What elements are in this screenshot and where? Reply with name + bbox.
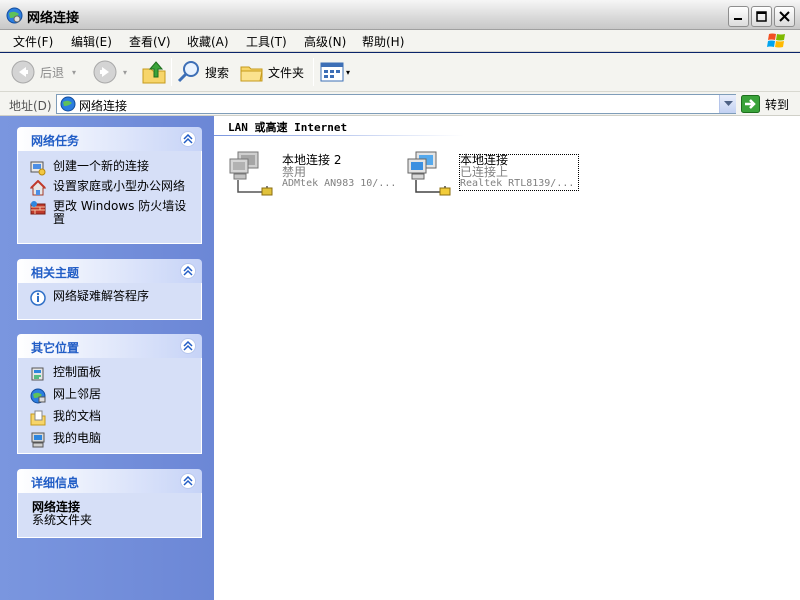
panel-title: 详细信息 [31, 476, 80, 490]
my-documents-icon [30, 410, 46, 426]
my-computer-icon [31, 432, 45, 448]
network-tasks-panel: 网络任务 创建一个新的连接 设置家庭或小型办公网络 更改 Windows 防火墙… [17, 127, 202, 244]
task-create-connection[interactable]: 创建一个新的连接 [18, 159, 201, 179]
close-icon [779, 11, 790, 22]
info-icon [30, 290, 46, 306]
topic-network-troubleshooter[interactable]: 网络疑难解答程序 [18, 289, 201, 309]
task-setup-home-network[interactable]: 设置家庭或小型办公网络 [18, 179, 201, 199]
go-arrow-icon [741, 95, 760, 113]
close-button[interactable] [774, 6, 795, 27]
menu-edit[interactable]: 编辑(E) [71, 33, 112, 50]
task-pane: 网络任务 创建一个新的连接 设置家庭或小型办公网络 更改 Windows 防火墙… [0, 116, 214, 600]
lan-connection-disabled-icon [229, 151, 273, 196]
panel-header[interactable]: 相关主题 [17, 259, 202, 283]
new-connection-icon [30, 161, 46, 176]
window: 网络连接 文件(F) 编辑(E) 查看(V) 收藏(A) 工具(T) 高级(N)… [0, 0, 800, 600]
panel-header[interactable]: 其它位置 [17, 334, 202, 358]
panel-title: 相关主题 [31, 266, 80, 280]
address-dropdown-button[interactable] [719, 95, 736, 113]
task-firewall-settings[interactable]: 更改 Windows 防火墙设置 [18, 199, 201, 229]
collapse-button[interactable] [180, 338, 196, 354]
menu-bar: 文件(F) 编辑(E) 查看(V) 收藏(A) 工具(T) 高级(N) 帮助(H… [0, 30, 800, 52]
go-button[interactable]: 转到 [741, 95, 789, 113]
place-my-computer[interactable]: 我的电脑 [18, 431, 201, 451]
chevron-up-double-icon [183, 134, 193, 144]
chevron-up-double-icon [183, 341, 193, 351]
collapse-button[interactable] [180, 263, 196, 279]
focus-rectangle [459, 154, 579, 191]
menu-file[interactable]: 文件(F) [13, 33, 53, 50]
forward-dropdown-icon[interactable]: ▾ [123, 68, 127, 77]
views-button[interactable]: ▾ [320, 61, 350, 83]
panel-header[interactable]: 详细信息 [17, 469, 202, 493]
maximize-icon [756, 11, 767, 22]
back-dropdown-icon[interactable]: ▾ [72, 68, 76, 77]
other-places-panel: 其它位置 控制面板 网上邻居 我的文档 我的电脑 [17, 334, 202, 454]
collapse-button[interactable] [180, 473, 196, 489]
menu-advanced[interactable]: 高级(N) [304, 33, 346, 50]
chevron-up-double-icon [183, 266, 193, 276]
address-label: 地址(D) [9, 99, 52, 113]
views-dropdown-icon[interactable]: ▾ [346, 68, 350, 77]
menu-help[interactable]: 帮助(H) [362, 33, 404, 50]
address-input[interactable]: 网络连接 [56, 94, 736, 114]
network-connections-icon [60, 96, 76, 112]
toolbar-separator [313, 58, 314, 86]
folder-icon [240, 66, 263, 82]
lan-connection-icon [407, 151, 451, 196]
panel-title: 网络任务 [31, 134, 80, 148]
back-arrow-icon [11, 60, 35, 84]
place-my-documents[interactable]: 我的文档 [18, 409, 201, 431]
place-network-neighborhood[interactable]: 网上邻居 [18, 387, 201, 409]
chevron-up-double-icon [183, 476, 193, 486]
forward-arrow-icon [93, 60, 117, 84]
collapse-button[interactable] [180, 131, 196, 147]
firewall-icon [30, 201, 46, 215]
maximize-button[interactable] [751, 6, 772, 27]
home-network-icon [30, 180, 46, 196]
toolbar-separator [171, 58, 172, 86]
control-panel-icon [31, 367, 44, 381]
panel-title: 其它位置 [31, 341, 80, 355]
menu-view[interactable]: 查看(V) [129, 33, 171, 50]
folders-button[interactable]: 文件夹 [240, 60, 304, 84]
content-area: LAN 或高速 Internet 本地连接 2 禁用 ADMtek AN983 … [214, 116, 800, 600]
windows-logo-icon [767, 33, 785, 48]
related-topics-panel: 相关主题 网络疑难解答程序 [17, 259, 202, 320]
up-folder-button[interactable] [141, 59, 167, 85]
group-title: LAN 或高速 Internet [228, 121, 348, 134]
menu-favorites[interactable]: 收藏(A) [187, 33, 229, 50]
chevron-down-icon [723, 101, 733, 106]
minimize-icon [734, 18, 742, 20]
search-label: 搜索 [205, 65, 230, 80]
network-connections-icon [6, 7, 23, 24]
group-divider [214, 135, 464, 136]
go-label: 转到 [765, 97, 790, 112]
back-button[interactable]: 后退 ▾ [11, 60, 76, 84]
search-button[interactable]: 搜索 [177, 60, 229, 84]
toolbar: 后退 ▾ ▾ 搜索 文件夹 ▾ [0, 53, 800, 92]
details-panel: 详细信息 网络连接 系统文件夹 [17, 469, 202, 538]
folders-label: 文件夹 [268, 65, 305, 80]
views-icon [320, 62, 344, 82]
connection-item-disabled[interactable]: 本地连接 2 禁用 ADMtek AN983 10/... [228, 150, 408, 196]
forward-button[interactable]: ▾ [93, 60, 127, 84]
network-places-icon [30, 388, 46, 404]
address-value: 网络连接 [79, 99, 128, 113]
up-folder-icon [142, 61, 166, 84]
window-title: 网络连接 [27, 11, 80, 26]
search-icon [177, 61, 199, 83]
place-control-panel[interactable]: 控制面板 [18, 365, 201, 387]
back-label: 后退 [40, 65, 65, 80]
minimize-button[interactable] [728, 6, 749, 27]
menu-tools[interactable]: 工具(T) [246, 33, 287, 50]
connection-device: ADMtek AN983 10/... [282, 178, 397, 189]
panel-header[interactable]: 网络任务 [17, 127, 202, 151]
address-bar: 地址(D) 网络连接 转到 [0, 92, 800, 116]
connection-status: 禁用 [282, 165, 307, 179]
title-bar[interactable]: 网络连接 [0, 0, 800, 30]
details-type: 系统文件夹 [32, 513, 93, 527]
